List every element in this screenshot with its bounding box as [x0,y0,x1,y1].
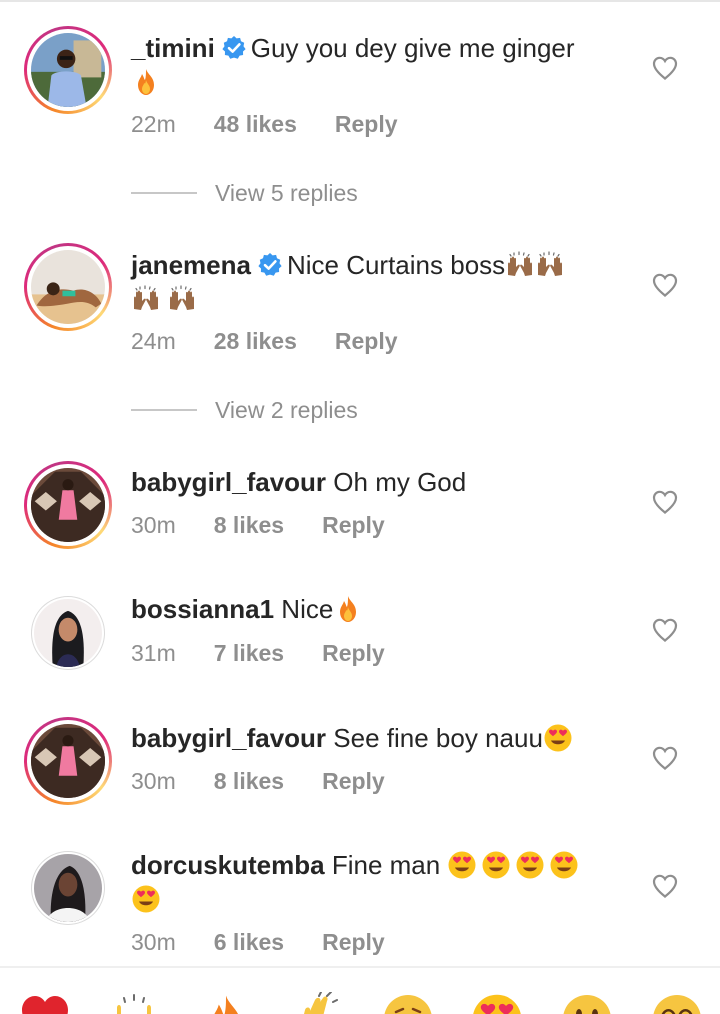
view-replies-button[interactable]: View 5 replies [131,180,358,207]
avatar[interactable] [24,717,112,805]
comment-text: bossianna1 Nice [131,592,631,626]
comment-body: Guy you dey give me ginger [250,33,575,63]
view-replies-label: View 5 replies [215,180,358,206]
comment-text: janemena Nice Curtains boss [131,248,631,316]
replies-divider [131,409,197,411]
heart-eyes-emoji-icon [543,723,573,753]
raised-hands-emoji-icon [535,250,565,280]
comment-text: babygirl_favour See fine boy nauu [131,721,631,755]
avatar[interactable] [24,461,112,549]
view-replies-button[interactable]: View 2 replies [131,397,358,424]
verified-badge-icon [221,35,247,61]
avatar[interactable] [31,851,105,925]
clapping-hands-reaction-icon[interactable] [289,992,343,1014]
avatar-image [31,250,105,324]
heart-eyes-reaction-icon[interactable] [470,992,524,1014]
laughing-face-reaction-icon[interactable] [650,992,704,1014]
comment-body: Nice [281,594,334,624]
heart-eyes-emoji-icon [131,884,161,914]
avatar-image [31,468,105,542]
replies-divider [131,192,197,194]
avatar[interactable] [24,243,112,331]
fire-reaction-icon[interactable] [199,992,253,1014]
raised-hands-emoji-icon [167,284,197,314]
comment-likes[interactable]: 7 likes [214,640,284,667]
comment-time: 30m [131,929,176,955]
reply-button[interactable]: Reply [322,929,385,956]
avatar-image [31,33,105,107]
quick-reaction-bar [0,966,720,1014]
avatar-image [34,599,102,667]
comment-body: Nice Curtains boss [286,250,506,280]
comment-time: 30m [131,512,176,538]
comment-likes[interactable]: 28 likes [214,328,297,355]
verified-badge-icon [257,252,283,278]
heart-eyes-emoji-icon [481,850,511,880]
comment-body: See fine boy nauu [333,723,543,753]
avatar-image [34,854,102,922]
view-replies-label: View 2 replies [215,397,358,423]
comment-time: 24m [131,328,176,354]
top-divider [0,0,720,2]
comment-body: Fine man [331,850,441,880]
reply-button[interactable]: Reply [322,768,385,795]
comment-likes[interactable]: 6 likes [214,929,284,956]
comment-likes[interactable]: 8 likes [214,512,284,539]
like-heart-icon[interactable] [652,490,678,514]
like-heart-icon[interactable] [652,746,678,770]
comment-meta: 31m 7 likes Reply [131,640,385,667]
comment-username[interactable]: _timini [131,33,215,63]
raised-hands-emoji-icon [131,284,161,314]
comment-text: dorcuskutemba Fine man [131,848,631,916]
heart-eyes-emoji-icon [549,850,579,880]
avatar[interactable] [31,596,105,670]
raised-hands-emoji-icon [505,250,535,280]
reply-button[interactable]: Reply [335,111,398,138]
comment-meta: 30m 8 likes Reply [131,512,385,539]
open-mouth-face-reaction-icon[interactable] [560,992,614,1014]
raising-hands-reaction-icon[interactable] [107,992,161,1014]
like-heart-icon[interactable] [652,56,678,80]
comment-username[interactable]: babygirl_favour [131,723,326,753]
comment-time: 30m [131,768,176,794]
crying-face-reaction-icon[interactable] [381,992,435,1014]
like-heart-icon[interactable] [652,618,678,642]
heart-eyes-emoji-icon [515,850,545,880]
comment-username[interactable]: janemena [131,250,251,280]
comment-text: _timini Guy you dey give me ginger [131,31,631,99]
heart-eyes-emoji-icon [447,850,477,880]
comment-username[interactable]: babygirl_favour [131,467,326,497]
comment-username[interactable]: dorcuskutemba [131,850,325,880]
comment-meta: 30m 6 likes Reply [131,929,385,956]
reply-button[interactable]: Reply [322,512,385,539]
avatar[interactable] [24,26,112,114]
comment-likes[interactable]: 8 likes [214,768,284,795]
comment-body: Oh my God [333,467,467,497]
comment-meta: 24m 28 likes Reply [131,328,398,355]
comment-time: 31m [131,640,176,666]
reply-button[interactable]: Reply [322,640,385,667]
like-heart-icon[interactable] [652,874,678,898]
comment-time: 22m [131,111,176,137]
comment-likes[interactable]: 48 likes [214,111,297,138]
fire-emoji-icon [131,67,161,97]
red-heart-reaction-icon[interactable] [18,992,72,1014]
avatar-image [31,724,105,798]
reply-button[interactable]: Reply [335,328,398,355]
like-heart-icon[interactable] [652,273,678,297]
comment-username[interactable]: bossianna1 [131,594,274,624]
comment-text: babygirl_favour Oh my God [131,465,631,499]
comment-meta: 30m 8 likes Reply [131,768,385,795]
comment-meta: 22m 48 likes Reply [131,111,398,138]
fire-emoji-icon [333,594,363,624]
